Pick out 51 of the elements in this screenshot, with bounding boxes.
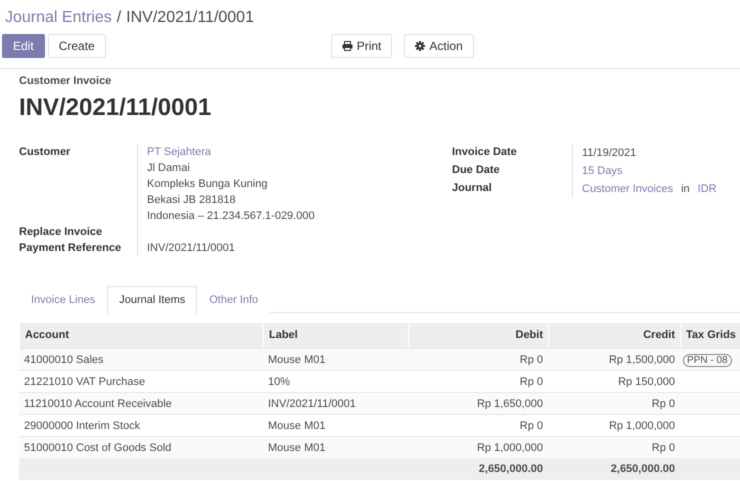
print-button[interactable]: Print [330,34,392,58]
tab[interactable]: Journal Items [107,286,198,314]
field-link[interactable]: Customer Invoices [582,181,674,197]
table-cell: Rp 1,650,000 [408,392,548,414]
field-label: Invoice Date [452,145,518,160]
field-label: Replace Invoice [19,225,104,240]
customer-link[interactable]: PT Sejahtera [147,144,452,160]
field-label: Payment Reference [19,241,122,256]
field-link[interactable]: IDR [698,181,717,197]
breadcrumb-current: INV/2021/11/0001 [126,9,254,28]
field-label: Journal [452,181,493,196]
table-cell: Mouse M01 [263,348,408,370]
table-cell: Rp 0 [548,436,680,458]
breadcrumb-link[interactable]: Journal Entries [5,9,112,32]
total-cell: 2,650,000.00 [408,458,548,480]
table-cell: 11210010 Account Receivable [19,392,263,414]
field-value: Bekasi JB 281818 [147,193,237,208]
tax-tag: PPN - 08 [683,354,732,367]
field-value: Kompleks Bunga Kuning [147,177,268,192]
table-cell: Mouse M01 [263,436,408,458]
field-label: Customer [19,145,72,160]
column-header[interactable]: Debit [408,323,548,348]
column-header[interactable]: Tax Grids [680,323,740,348]
table-cell: 41000010 Sales [19,348,263,370]
table-cell: Rp 0 [548,392,680,414]
field-value: Indonesia – 21.234.567.1-029.000 [147,209,316,224]
printer-icon [342,40,353,50]
table-cell [680,436,740,458]
column-header[interactable]: Account [19,323,263,348]
total-cell: 2,650,000.00 [548,458,680,480]
table-cell: Rp 0 [408,348,548,370]
field-value: in [681,182,690,197]
column-header[interactable]: Label [263,323,408,348]
field-value: 11/19/2021 [582,146,636,161]
table-cell: INV/2021/11/0001 [263,392,408,414]
document-type: Customer Invoice [19,75,112,87]
create-button[interactable]: Create [48,34,106,58]
field-link[interactable]: 15 Days [582,163,622,179]
field-label: Due Date [452,163,501,178]
document-title: INV/2021/11/0001 [19,94,212,123]
table-cell [680,392,740,414]
table-cell: Rp 1,000,000 [408,436,548,458]
action-button[interactable]: Action [404,34,474,58]
table-cell: 51000010 Cost of Goods Sold [19,436,263,458]
breadcrumb-separator: / [116,9,122,28]
gear-icon [415,40,426,50]
edit-button[interactable]: Edit [2,34,45,58]
field-value: INV/2021/11/0001 [147,241,236,256]
field-value: Jl Damai [147,161,191,176]
column-header[interactable]: Credit [548,323,680,348]
table-cell: Rp 1,500,000 [548,348,680,370]
